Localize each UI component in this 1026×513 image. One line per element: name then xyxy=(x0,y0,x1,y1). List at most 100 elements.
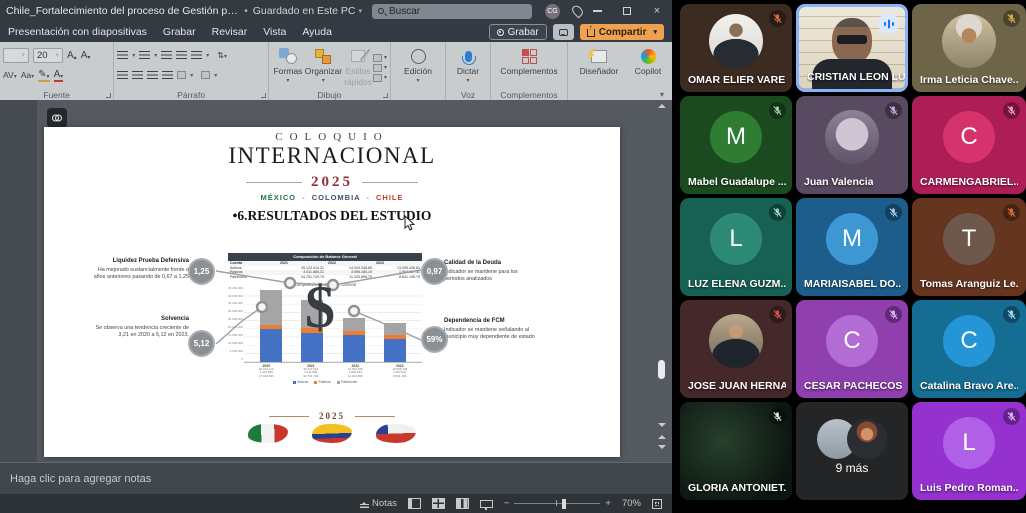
colombia-flag xyxy=(312,423,353,443)
user-avatar[interactable]: CG xyxy=(545,4,560,19)
zoom-level[interactable]: 70% xyxy=(622,498,641,509)
slide-sorter-view-button[interactable] xyxy=(432,498,445,509)
zoom-slider[interactable] xyxy=(514,503,600,505)
chevron-down-icon: ▾ xyxy=(653,28,657,36)
previous-slide-button[interactable] xyxy=(656,434,667,440)
participant-tile[interactable]: CCARMENGABRIEL... xyxy=(912,96,1026,194)
font-size-combo[interactable]: 20▾ xyxy=(33,48,63,63)
arrange-button[interactable]: Organizar▾ xyxy=(304,45,343,88)
group-label-voz: Voz xyxy=(446,90,490,100)
bullets-icon[interactable] xyxy=(117,51,128,60)
designer-button[interactable]: Diseñador xyxy=(571,45,627,88)
zoom-slider-thumb[interactable] xyxy=(562,499,566,509)
participant-tile[interactable]: Juan Valencia xyxy=(796,96,908,194)
shapes-button[interactable]: Formas▾ xyxy=(272,45,304,88)
shape-effects-icon[interactable] xyxy=(373,74,382,82)
smartart-icon[interactable] xyxy=(201,71,210,79)
dialog-launcher-icon[interactable] xyxy=(261,93,266,98)
close-button[interactable]: × xyxy=(642,0,672,22)
fit-to-window-icon[interactable] xyxy=(652,499,662,509)
next-slide-button[interactable] xyxy=(656,444,667,450)
change-case-icon[interactable]: Aa▾ xyxy=(21,70,34,80)
vertical-scrollbar[interactable] xyxy=(656,102,667,454)
shrink-font-icon[interactable]: A▾ xyxy=(81,50,91,61)
participant-tile[interactable]: JOSE JUAN HERNA... xyxy=(680,300,792,398)
shape-outline-icon[interactable] xyxy=(373,64,382,72)
participant-tile[interactable]: LLUZ ELENA GUZM... xyxy=(680,198,792,296)
participant-tile[interactable]: CRISTIAN LEON LU... xyxy=(796,4,908,92)
columns-icon[interactable] xyxy=(177,71,186,79)
highlight-icon[interactable]: ✎▾ xyxy=(38,69,49,82)
participant-tile[interactable]: MMabel Guadalupe ... xyxy=(680,96,792,194)
align-right-icon[interactable] xyxy=(147,71,158,80)
justify-icon[interactable] xyxy=(162,71,173,80)
thumbnail-strip[interactable] xyxy=(0,100,37,462)
addins-button[interactable]: Complementos xyxy=(494,45,564,76)
copilot-button[interactable]: Copilot xyxy=(627,45,669,88)
search-box[interactable]: Buscar xyxy=(372,4,532,19)
chevron-down-icon[interactable]: ▾ xyxy=(358,7,362,15)
record-button[interactable]: Grabar xyxy=(489,24,547,40)
zoom-out-icon[interactable]: − xyxy=(504,498,510,509)
scrollbar-thumb[interactable] xyxy=(658,360,665,379)
numbering-icon[interactable] xyxy=(139,51,150,60)
comment-button[interactable] xyxy=(553,24,574,40)
menu-tab[interactable]: Grabar xyxy=(163,26,196,38)
participant-tile[interactable]: GLORIA ANTONIET... xyxy=(680,402,792,500)
slide-year-row: 2025 xyxy=(44,174,620,191)
save-status[interactable]: Guardado en Este PC xyxy=(253,5,356,17)
scroll-up-icon[interactable] xyxy=(658,104,666,108)
text-direction-icon[interactable]: ⇅▾ xyxy=(217,51,227,60)
mic-off-icon xyxy=(1003,306,1020,323)
maximize-button[interactable] xyxy=(612,0,642,22)
share-button[interactable]: Compartir ▾ xyxy=(580,24,664,40)
slide[interactable]: COLOQUIO INTERNACIONAL 2025 MÉXICO - COL… xyxy=(44,127,620,457)
normal-view-button[interactable] xyxy=(408,498,421,509)
participant-tile[interactable]: CCatalina Bravo Are... xyxy=(912,300,1026,398)
zoom-in-icon[interactable]: + xyxy=(605,498,611,509)
dictate-button[interactable]: Dictar▾ xyxy=(449,45,487,84)
menu-tab[interactable]: Revisar xyxy=(212,26,248,38)
participant-tile[interactable]: OMAR ELIER VARE... xyxy=(680,4,792,92)
notes-toggle-button[interactable]: Notas xyxy=(360,498,397,509)
dialog-launcher-icon[interactable] xyxy=(106,93,111,98)
editing-label: Edición xyxy=(404,67,432,76)
avatar-initial: T xyxy=(943,213,995,265)
font-color-icon[interactable]: A▾ xyxy=(54,69,64,82)
decrease-indent-icon[interactable] xyxy=(161,51,172,60)
font-name-combo[interactable]: ▾ xyxy=(3,48,29,63)
quick-styles-button[interactable]: Estilos rápidos xyxy=(343,45,373,88)
participant-tile[interactable]: MMARIAISABEL DO... xyxy=(796,198,908,296)
character-spacing-icon[interactable]: AV▾ xyxy=(3,70,17,80)
editing-button[interactable]: Edición▾ xyxy=(394,45,442,84)
line-spacing-icon[interactable] xyxy=(191,51,202,60)
metric-badge: 5,12 xyxy=(188,330,215,357)
participant-tile[interactable]: CCESAR PACHECOS... xyxy=(796,300,908,398)
reading-view-button[interactable] xyxy=(456,498,469,509)
slideshow-button[interactable] xyxy=(480,500,493,508)
participant-tile[interactable]: TTomas Aranguiz Le... xyxy=(912,198,1026,296)
shape-fill-icon[interactable] xyxy=(373,54,382,62)
notes-pane[interactable]: Haga clic para agregar notas xyxy=(0,462,672,494)
participant-tile[interactable]: LLuis Pedro Roman... xyxy=(912,402,1026,500)
menu-tab[interactable]: Presentación con diapositivas xyxy=(8,26,147,38)
dialog-launcher-icon[interactable] xyxy=(383,93,388,98)
participant-tile[interactable]: Irma Leticia Chave... xyxy=(912,4,1026,92)
scroll-down-button[interactable] xyxy=(656,422,667,428)
slide-canvas[interactable]: COLOQUIO INTERNACIONAL 2025 MÉXICO - COL… xyxy=(0,100,672,462)
canvas-floating-badge[interactable] xyxy=(47,108,67,128)
participant-name: Luis Pedro Roman... xyxy=(920,482,1018,494)
align-left-icon[interactable] xyxy=(117,71,128,80)
menu-bar: Presentación con diapositivas Grabar Revis… xyxy=(0,22,672,42)
align-center-icon[interactable] xyxy=(132,71,143,80)
collapse-ribbon-icon[interactable]: ▾ xyxy=(660,90,664,99)
participant-tile[interactable]: 9 más xyxy=(796,402,908,500)
mic-off-icon xyxy=(885,204,902,221)
menu-tab[interactable]: Ayuda xyxy=(302,26,332,38)
minimize-button[interactable] xyxy=(582,0,612,22)
country-chile: CHILE xyxy=(376,193,404,202)
menu-tab[interactable]: Vista xyxy=(263,26,286,38)
grow-font-icon[interactable]: A▴ xyxy=(67,50,77,61)
mic-off-icon xyxy=(769,204,786,221)
increase-indent-icon[interactable] xyxy=(176,51,187,60)
